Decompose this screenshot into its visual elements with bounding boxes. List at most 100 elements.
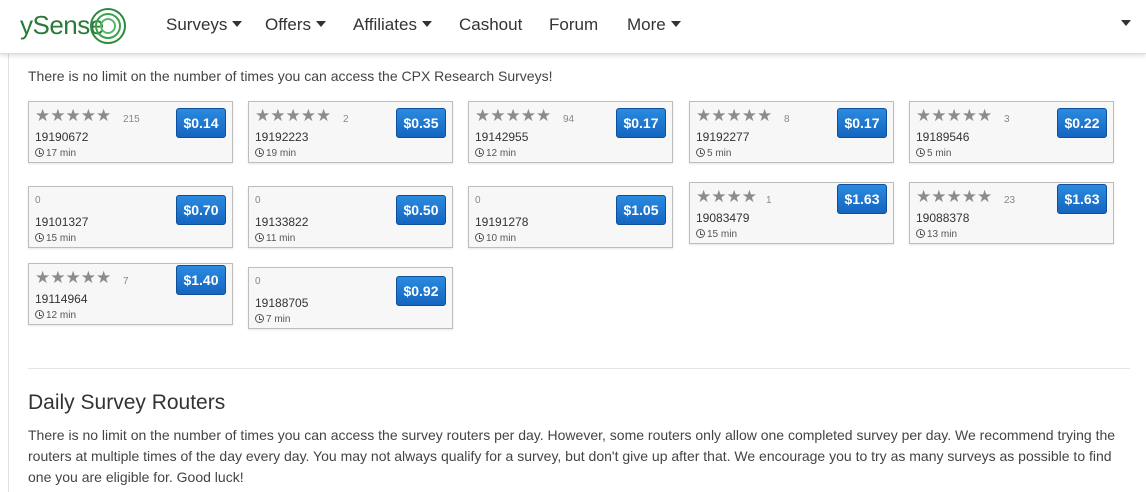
- survey-duration-value: 5 min: [927, 148, 952, 159]
- rating-count: 215: [123, 114, 140, 125]
- nav-forum[interactable]: Forum: [549, 15, 598, 35]
- survey-card[interactable]: ★★★★★ 3 19189546 5 min $0.22: [909, 101, 1114, 163]
- survey-duration: 15 min: [696, 229, 737, 240]
- survey-card[interactable]: 0 19133822 11 min $0.50: [248, 186, 453, 248]
- rating-count: 8: [784, 114, 790, 125]
- survey-id: 19083479: [696, 211, 750, 225]
- survey-id: 19088378: [916, 211, 970, 225]
- rating-count: 0: [255, 276, 261, 287]
- survey-price-button[interactable]: $0.50: [396, 195, 446, 225]
- survey-id: 19142955: [475, 130, 529, 144]
- clock-icon: [255, 148, 264, 157]
- survey-duration-value: 13 min: [927, 229, 958, 240]
- user-menu-caret-icon[interactable]: [1121, 20, 1131, 26]
- survey-price-button[interactable]: $0.70: [176, 195, 226, 225]
- rating-stars-icon: ★★★★★: [35, 106, 112, 125]
- clock-icon: [35, 148, 44, 157]
- survey-duration: 11 min: [255, 233, 295, 244]
- nav-forum-label: Forum: [549, 15, 599, 34]
- survey-duration-value: 5 min: [707, 148, 732, 159]
- survey-card[interactable]: ★★★★★ 94 19142955 12 min $0.17: [468, 101, 673, 163]
- logo-rings-icon: [90, 8, 126, 44]
- survey-id: 19189546: [916, 130, 970, 144]
- ysense-logo[interactable]: ySense: [20, 6, 130, 46]
- rating-count: 7: [123, 276, 129, 287]
- survey-card[interactable]: ★★★★★ 215 19190672 17 min $0.14: [28, 101, 233, 163]
- clock-icon: [255, 233, 264, 242]
- rating-stars-icon: ★★★★★: [916, 106, 993, 125]
- nav-cashout-label: Cashout: [459, 15, 523, 34]
- survey-card[interactable]: ★★★★ 1 19083479 15 min $1.63: [689, 182, 894, 244]
- rating-count: 0: [255, 195, 261, 206]
- chevron-down-icon: [232, 21, 243, 27]
- survey-id: 19101327: [35, 215, 89, 229]
- nav-more-label: More: [627, 15, 666, 34]
- nav-cashout[interactable]: Cashout: [459, 15, 522, 35]
- clock-icon: [916, 229, 925, 238]
- survey-price-button[interactable]: $0.17: [616, 108, 666, 138]
- survey-duration-value: 7 min: [266, 314, 291, 325]
- survey-card[interactable]: ★★★★★ 7 19114964 12 min $1.40: [28, 263, 233, 325]
- survey-duration: 5 min: [696, 148, 731, 159]
- survey-duration: 15 min: [35, 233, 76, 244]
- nav-affiliates-label: Affiliates: [353, 15, 417, 34]
- survey-duration-value: 10 min: [486, 233, 517, 244]
- survey-price-button[interactable]: $0.35: [396, 108, 446, 138]
- nav-more[interactable]: More: [627, 15, 681, 35]
- survey-id: 19192277: [696, 130, 750, 144]
- survey-card[interactable]: ★★★★★ 23 19088378 13 min $1.63: [909, 182, 1114, 244]
- survey-id: 19114964: [35, 292, 88, 306]
- survey-price-button[interactable]: $1.05: [616, 195, 666, 225]
- survey-card[interactable]: ★★★★★ 2 19192223 19 min $0.35: [248, 101, 453, 163]
- survey-duration-value: 15 min: [46, 233, 77, 244]
- survey-price-button[interactable]: $0.14: [176, 108, 226, 138]
- rating-stars-icon: ★★★★: [696, 187, 757, 206]
- rating-count: 0: [475, 195, 481, 206]
- nav-offers[interactable]: Offers: [265, 15, 326, 35]
- rating-count: 23: [1004, 195, 1016, 206]
- survey-price-button[interactable]: $0.22: [1057, 108, 1107, 138]
- survey-price-button[interactable]: $0.17: [837, 108, 887, 138]
- rating-count: 2: [343, 114, 349, 125]
- routers-description: There is no limit on the number of times…: [28, 427, 1116, 485]
- section-divider: [28, 368, 1130, 369]
- survey-duration-value: 12 min: [46, 310, 77, 321]
- chevron-down-icon: [421, 21, 432, 27]
- survey-price-button[interactable]: $1.63: [837, 184, 887, 214]
- rating-stars-icon: ★★★★★: [475, 106, 552, 125]
- clock-icon: [916, 148, 925, 157]
- clock-icon: [255, 314, 264, 323]
- survey-card[interactable]: 0 19191278 10 min $1.05: [468, 186, 673, 248]
- survey-price-button[interactable]: $1.40: [176, 265, 226, 295]
- survey-duration: 19 min: [255, 148, 296, 159]
- nav-surveys[interactable]: Surveys: [166, 15, 243, 35]
- clock-icon: [475, 233, 484, 242]
- survey-duration: 13 min: [916, 229, 957, 240]
- chevron-down-icon: [315, 21, 326, 27]
- rating-count: 94: [563, 114, 575, 125]
- survey-duration-value: 15 min: [707, 229, 738, 240]
- nav-affiliates[interactable]: Affiliates: [353, 15, 432, 35]
- routers-section-title: Daily Survey Routers: [28, 391, 226, 414]
- survey-duration-value: 19 min: [266, 148, 297, 159]
- survey-duration: 10 min: [475, 233, 516, 244]
- survey-card[interactable]: 0 19188705 7 min $0.92: [248, 267, 453, 329]
- survey-duration-value: 17 min: [46, 148, 77, 159]
- clock-icon: [475, 148, 484, 157]
- survey-id: 19188705: [255, 296, 309, 310]
- survey-duration: 7 min: [255, 314, 290, 325]
- rating-stars-icon: ★★★★★: [255, 106, 332, 125]
- survey-duration: 12 min: [35, 310, 76, 321]
- survey-price-button[interactable]: $0.92: [396, 276, 446, 306]
- survey-duration: 5 min: [916, 148, 951, 159]
- survey-id: 19191278: [475, 215, 529, 229]
- nav-surveys-label: Surveys: [166, 15, 228, 34]
- survey-card[interactable]: ★★★★★ 8 19192277 5 min $0.17: [689, 101, 894, 163]
- clock-icon: [35, 310, 44, 319]
- survey-price-button[interactable]: $1.63: [1057, 184, 1107, 214]
- rating-stars-icon: ★★★★★: [916, 187, 993, 206]
- survey-duration-value: 11 min: [266, 233, 296, 244]
- survey-card[interactable]: 0 19101327 15 min $0.70: [28, 186, 233, 248]
- clock-icon: [696, 229, 705, 238]
- rating-count: 3: [1004, 114, 1010, 125]
